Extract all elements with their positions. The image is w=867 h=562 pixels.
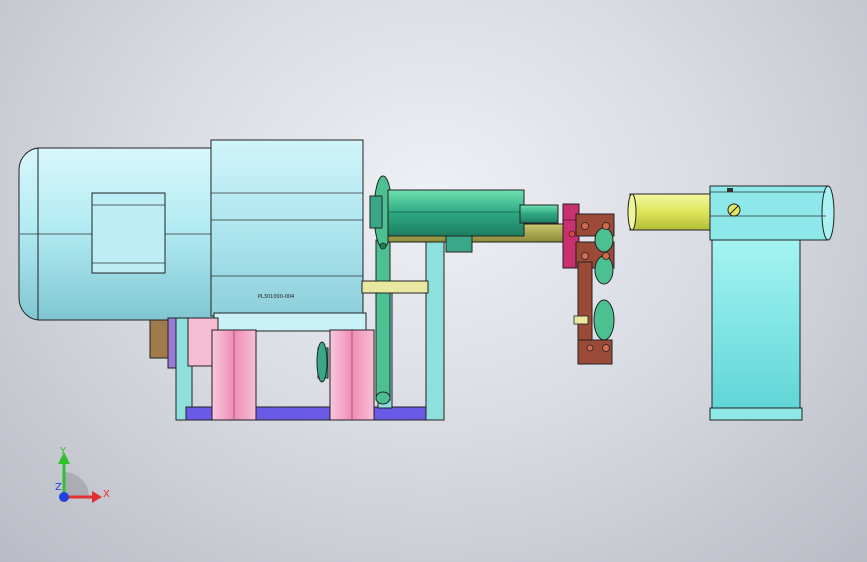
x-axis-label: X <box>103 489 110 500</box>
tailstock-body <box>711 239 801 419</box>
brown-bracket-bottom <box>577 339 613 365</box>
left-bracket-brown <box>149 319 171 359</box>
cad-viewport[interactable]: PL301000-004 Y X Z <box>0 0 867 562</box>
gold-shaft <box>361 280 429 294</box>
motor[interactable] <box>18 147 215 321</box>
belt-bottom <box>375 391 391 405</box>
yellow-shaft-end <box>627 193 637 231</box>
triad-arc <box>64 472 89 497</box>
assembly-drawing: PL301000-004 Y X Z <box>18 139 835 503</box>
bolt-head <box>602 252 610 260</box>
roller-top <box>594 227 614 253</box>
clamp-assembly[interactable] <box>562 203 615 365</box>
main-shaft[interactable] <box>361 189 567 294</box>
drive-belt <box>375 239 391 401</box>
part-label: PL301000-004 <box>258 294 294 300</box>
gearbox-housing[interactable]: PL301000-004 <box>210 139 367 332</box>
roller-pin <box>573 315 589 325</box>
belt-bolt <box>379 242 387 250</box>
y-axis-label: Y <box>59 446 67 457</box>
small-red-bolt <box>568 230 576 238</box>
roller-bottom <box>593 299 615 341</box>
roller-mid <box>594 255 614 285</box>
z-axis-dot <box>59 492 69 502</box>
bolt-head <box>581 252 589 260</box>
tailstock-head <box>709 185 829 241</box>
axis-triad: Y X Z <box>55 446 110 503</box>
tailstock[interactable] <box>627 185 835 421</box>
x-axis-head <box>92 491 102 503</box>
yellow-shaft <box>629 193 715 231</box>
bolt-head <box>602 344 610 352</box>
green-shaft-housing <box>387 189 525 237</box>
bolt-head <box>581 222 589 230</box>
pulley-hub <box>369 195 383 229</box>
right-upright <box>425 235 445 421</box>
tailstock-head-end <box>821 185 835 241</box>
bolt-head <box>602 222 610 230</box>
tailstock-foot <box>709 407 803 421</box>
green-mount-block <box>445 235 473 253</box>
z-axis-label: Z <box>55 482 62 493</box>
bolt-head <box>586 344 594 352</box>
green-shaft-neck <box>519 204 559 224</box>
housing-block <box>210 139 364 317</box>
head-slot <box>727 188 733 192</box>
small-gear <box>316 341 328 383</box>
housing-foot <box>213 312 367 332</box>
